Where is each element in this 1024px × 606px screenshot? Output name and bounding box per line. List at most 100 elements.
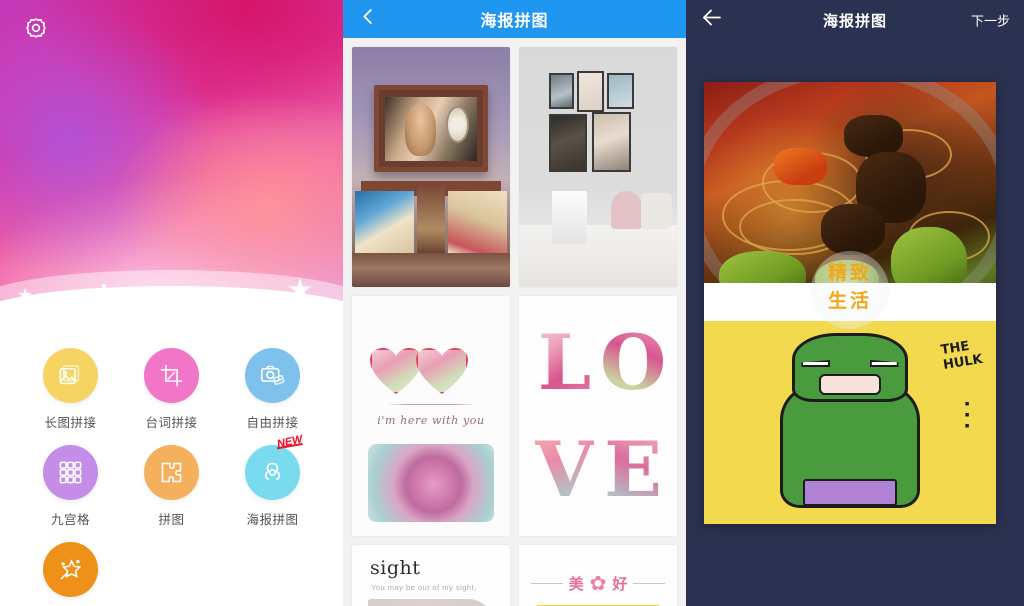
- hulk-shorts: [803, 479, 897, 506]
- heart-photo-slot: [370, 348, 422, 394]
- love-letter-l: L: [535, 312, 594, 413]
- app-screen: 长图拼接 台词拼接 自由拼接 九宫格 拼图 NEW 海报拼图 海报拼图 i'm …: [0, 0, 1024, 606]
- photo-slot-bottom[interactable]: THE HULK ▪ ▪ ▪: [704, 320, 996, 524]
- tool-subtitle-stitch[interactable]: 台词拼接: [121, 348, 222, 431]
- tool-icon-circle: [43, 445, 98, 500]
- love-letter-o: O: [600, 312, 666, 413]
- editor-title: 海报拼图: [822, 11, 887, 30]
- hulk-eye: [801, 359, 831, 368]
- overlay-line-1: 精致: [827, 261, 872, 284]
- meat-piece: [844, 114, 903, 157]
- left-photo-slot: [355, 191, 414, 254]
- gear-icon: [26, 18, 46, 38]
- hulk-motion-dots: ▪ ▪ ▪: [964, 394, 970, 434]
- template-subtitle: You may be out of my sight,: [371, 583, 477, 592]
- back-arrow-icon: [363, 9, 372, 24]
- meihao-left-char: 美: [568, 575, 584, 593]
- ornament-divider: [386, 404, 476, 405]
- poster-collage-icon: [264, 462, 281, 481]
- rose-photo-slot: [368, 444, 494, 522]
- hulk-caption: THE HULK: [939, 338, 984, 374]
- flower-photo-slot: [368, 599, 494, 606]
- chili-piece: [774, 147, 827, 186]
- tool-grid-nine[interactable]: 九宫格: [20, 445, 121, 528]
- template-card-sight[interactable]: sight You may be out of my sight,: [352, 545, 510, 606]
- poster-canvas[interactable]: 精致 生活 THE HULK ▪ ▪ ▪: [704, 82, 996, 524]
- template-card-meihao[interactable]: 美 ✿ 好 Beautiful: [519, 545, 677, 606]
- free-stitch-icon: [261, 365, 285, 386]
- bed: [519, 224, 677, 287]
- tool-icon-circle: [144, 445, 199, 500]
- tool-label: 长图拼接: [44, 415, 97, 430]
- home-gradient-background: [0, 0, 343, 342]
- tool-portrait-cutout[interactable]: 人像抠图: [20, 542, 121, 606]
- template-list-panel: 海报拼图 i'm here with you L O V E sight You…: [343, 0, 686, 606]
- long-image-stitch-icon: [59, 365, 80, 385]
- frame-slot: [591, 111, 632, 172]
- editor-header: 海报拼图 下一步: [686, 0, 1024, 40]
- right-photo-slot: [448, 191, 507, 254]
- home-panel: 长图拼接 台词拼接 自由拼接 九宫格 拼图 NEW 海报拼图: [0, 0, 343, 606]
- portrait-photo: [405, 104, 437, 156]
- template-card-love[interactable]: L O V E: [519, 296, 677, 536]
- hulk-eye: [870, 360, 899, 368]
- template-card-purple-room[interactable]: [352, 47, 510, 287]
- tool-free-stitch[interactable]: 自由拼接: [222, 348, 323, 431]
- floor: [352, 253, 510, 287]
- tool-label: 九宫格: [50, 512, 90, 527]
- tv-image: [385, 96, 477, 161]
- template-card-hearts-rose[interactable]: i'm here with you: [352, 296, 510, 536]
- rule-line: [633, 583, 666, 584]
- puzzle-icon: [161, 462, 182, 483]
- template-card-bedroom-gallery[interactable]: [519, 47, 677, 287]
- flower-icon: ✿: [589, 573, 607, 595]
- center-furniture: [416, 186, 446, 259]
- overlay-line-2: 生活: [827, 290, 872, 313]
- hulk-mouth: [818, 373, 881, 396]
- tool-long-image-stitch[interactable]: 长图拼接: [20, 348, 121, 431]
- editor-panel: 海报拼图 下一步 精致 生活 THE HULK ▪ ▪ ▪: [686, 0, 1024, 606]
- tools-area: 长图拼接 台词拼接 自由拼接 九宫格 拼图 NEW 海报拼图: [0, 330, 343, 606]
- settings-button[interactable]: [17, 10, 55, 48]
- heart-photo-slot: [416, 348, 468, 394]
- frame-slot: [549, 73, 575, 110]
- tool-icon-circle: [43, 542, 98, 597]
- portrait-cutout-icon: [60, 559, 82, 580]
- tool-icon-circle: [245, 348, 300, 403]
- grid-nine-icon: [59, 461, 82, 484]
- back-arrow-icon: [703, 9, 721, 26]
- pillow: [640, 193, 673, 230]
- editor-back-button[interactable]: [700, 6, 724, 35]
- tool-icon-circle: [43, 348, 98, 403]
- love-letter-v: V: [535, 419, 594, 520]
- subtitle-stitch-icon: [160, 364, 183, 387]
- template-grid: i'm here with you L O V E sight You may …: [343, 38, 686, 606]
- rule-line: [531, 583, 563, 584]
- clock-decor: [445, 106, 470, 144]
- pillow: [610, 191, 643, 230]
- next-step-button[interactable]: 下一步: [971, 11, 1010, 30]
- tool-poster-collage[interactable]: NEW 海报拼图: [222, 433, 323, 528]
- list-header: 海报拼图: [343, 0, 686, 38]
- list-title: 海报拼图: [480, 11, 549, 30]
- stool: [552, 191, 587, 244]
- meat-piece: [820, 203, 886, 256]
- new-badge: NEW: [275, 433, 304, 451]
- template-title: sight: [370, 557, 421, 579]
- tool-label: 自由拼接: [246, 415, 299, 430]
- love-letter-e: E: [600, 419, 666, 520]
- frame-slot: [549, 114, 587, 172]
- tool-icon-circle: [144, 348, 199, 403]
- frame-slot: [607, 73, 635, 110]
- poster-overlay-text[interactable]: 精致 生活: [704, 259, 996, 316]
- tv-frame: [374, 85, 488, 172]
- frame-slot: [577, 71, 605, 112]
- tool-label: 拼图: [158, 512, 185, 527]
- tool-label: 台词拼接: [145, 415, 198, 430]
- tool-puzzle[interactable]: 拼图: [121, 445, 222, 528]
- template-script-text: i'm here with you: [377, 414, 485, 427]
- tool-label: 海报拼图: [246, 512, 299, 527]
- meihao-right-char: 好: [612, 575, 628, 593]
- back-button[interactable]: [357, 6, 379, 33]
- hulk-head: [791, 332, 909, 402]
